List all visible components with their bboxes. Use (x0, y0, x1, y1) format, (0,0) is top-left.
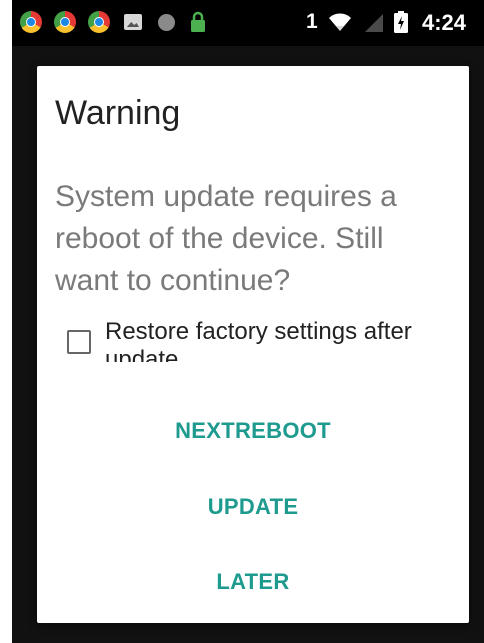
status-bar: 1 4:24 (12, 0, 484, 46)
restore-factory-checkbox[interactable] (67, 330, 91, 354)
chrome-icon (20, 11, 42, 33)
chrome-icon (54, 11, 76, 33)
next-reboot-button[interactable]: NEXTREBOOT (37, 418, 469, 444)
sim-number: 1 (306, 10, 318, 33)
chrome-icon (88, 11, 110, 33)
restore-factory-label: Restore factory settings after update (105, 318, 412, 362)
battery-charging-icon (394, 11, 408, 38)
clock: 4:24 (422, 10, 467, 35)
warning-dialog: Warning System update requires a reboot … (37, 66, 469, 623)
image-icon (124, 14, 142, 30)
wifi-icon (328, 12, 352, 37)
later-button[interactable]: LATER (37, 569, 469, 595)
dot-icon (158, 14, 175, 31)
restore-factory-checkbox-row[interactable]: Restore factory settings after update (55, 318, 455, 362)
lock-icon (190, 11, 206, 33)
update-button[interactable]: UPDATE (37, 494, 469, 520)
dialog-title: Warning (55, 94, 181, 132)
dialog-message: System update requires a reboot of the d… (55, 180, 397, 297)
no-sim-icon (364, 13, 384, 38)
phone-screen: 1 4:24 Warning System update requires a … (12, 0, 484, 643)
